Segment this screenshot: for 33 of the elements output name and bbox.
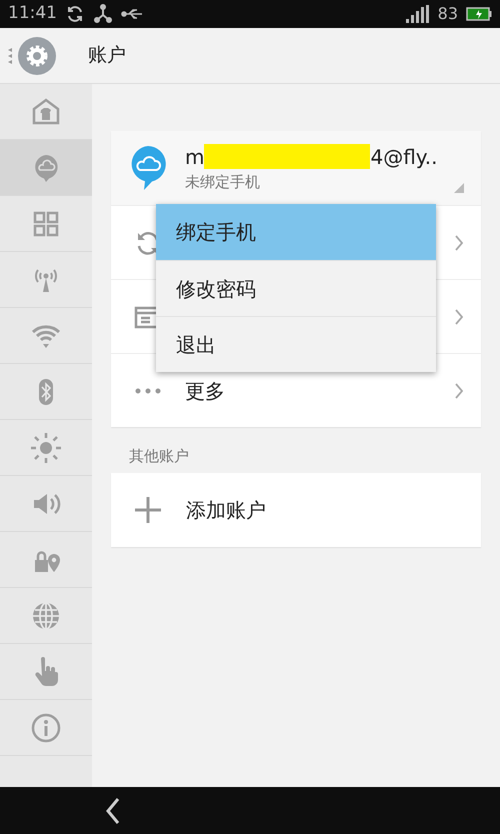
corner-triangle-icon [454, 183, 464, 193]
sun-icon [30, 432, 62, 464]
status-time: 11:41 [8, 2, 57, 26]
menu-item[interactable]: 绑定手机 [156, 204, 436, 260]
account-header[interactable]: m 4@fly.. 未绑定手机 [111, 131, 481, 205]
add-account-label: 添加账户 [186, 497, 266, 524]
settings-icon[interactable] [18, 36, 56, 74]
account-email: m [185, 144, 204, 171]
add-account-row[interactable]: 添加账户 [111, 473, 481, 547]
section-heading: 其他账户 [129, 446, 190, 467]
signal-icon [404, 4, 430, 24]
share-icon [93, 4, 113, 24]
back-icon[interactable] [104, 796, 122, 824]
more-icon [135, 388, 161, 394]
chevron-icon [455, 234, 463, 250]
page-title: 账户 [88, 43, 126, 68]
drawer-handle-icon[interactable] [6, 46, 14, 66]
house-shirt-icon [30, 96, 62, 128]
menu-item[interactable]: 退出 [156, 316, 436, 372]
sync-icon [65, 4, 85, 24]
chevron-icon [455, 382, 463, 398]
account-email: 4@fly.. [370, 144, 438, 171]
account-status: 未绑定手机 [185, 172, 261, 193]
more-label: 更多 [185, 378, 226, 404]
menu-item[interactable]: 修改密码 [156, 260, 436, 316]
sidebar-item[interactable] [0, 140, 92, 196]
chevron-icon [455, 308, 463, 324]
battery-level: 83 [438, 3, 458, 25]
info-icon [30, 712, 62, 744]
battery-icon [466, 7, 492, 21]
cloud-account-icon [129, 145, 167, 191]
usb-icon [121, 6, 145, 22]
plus-icon [135, 497, 161, 523]
